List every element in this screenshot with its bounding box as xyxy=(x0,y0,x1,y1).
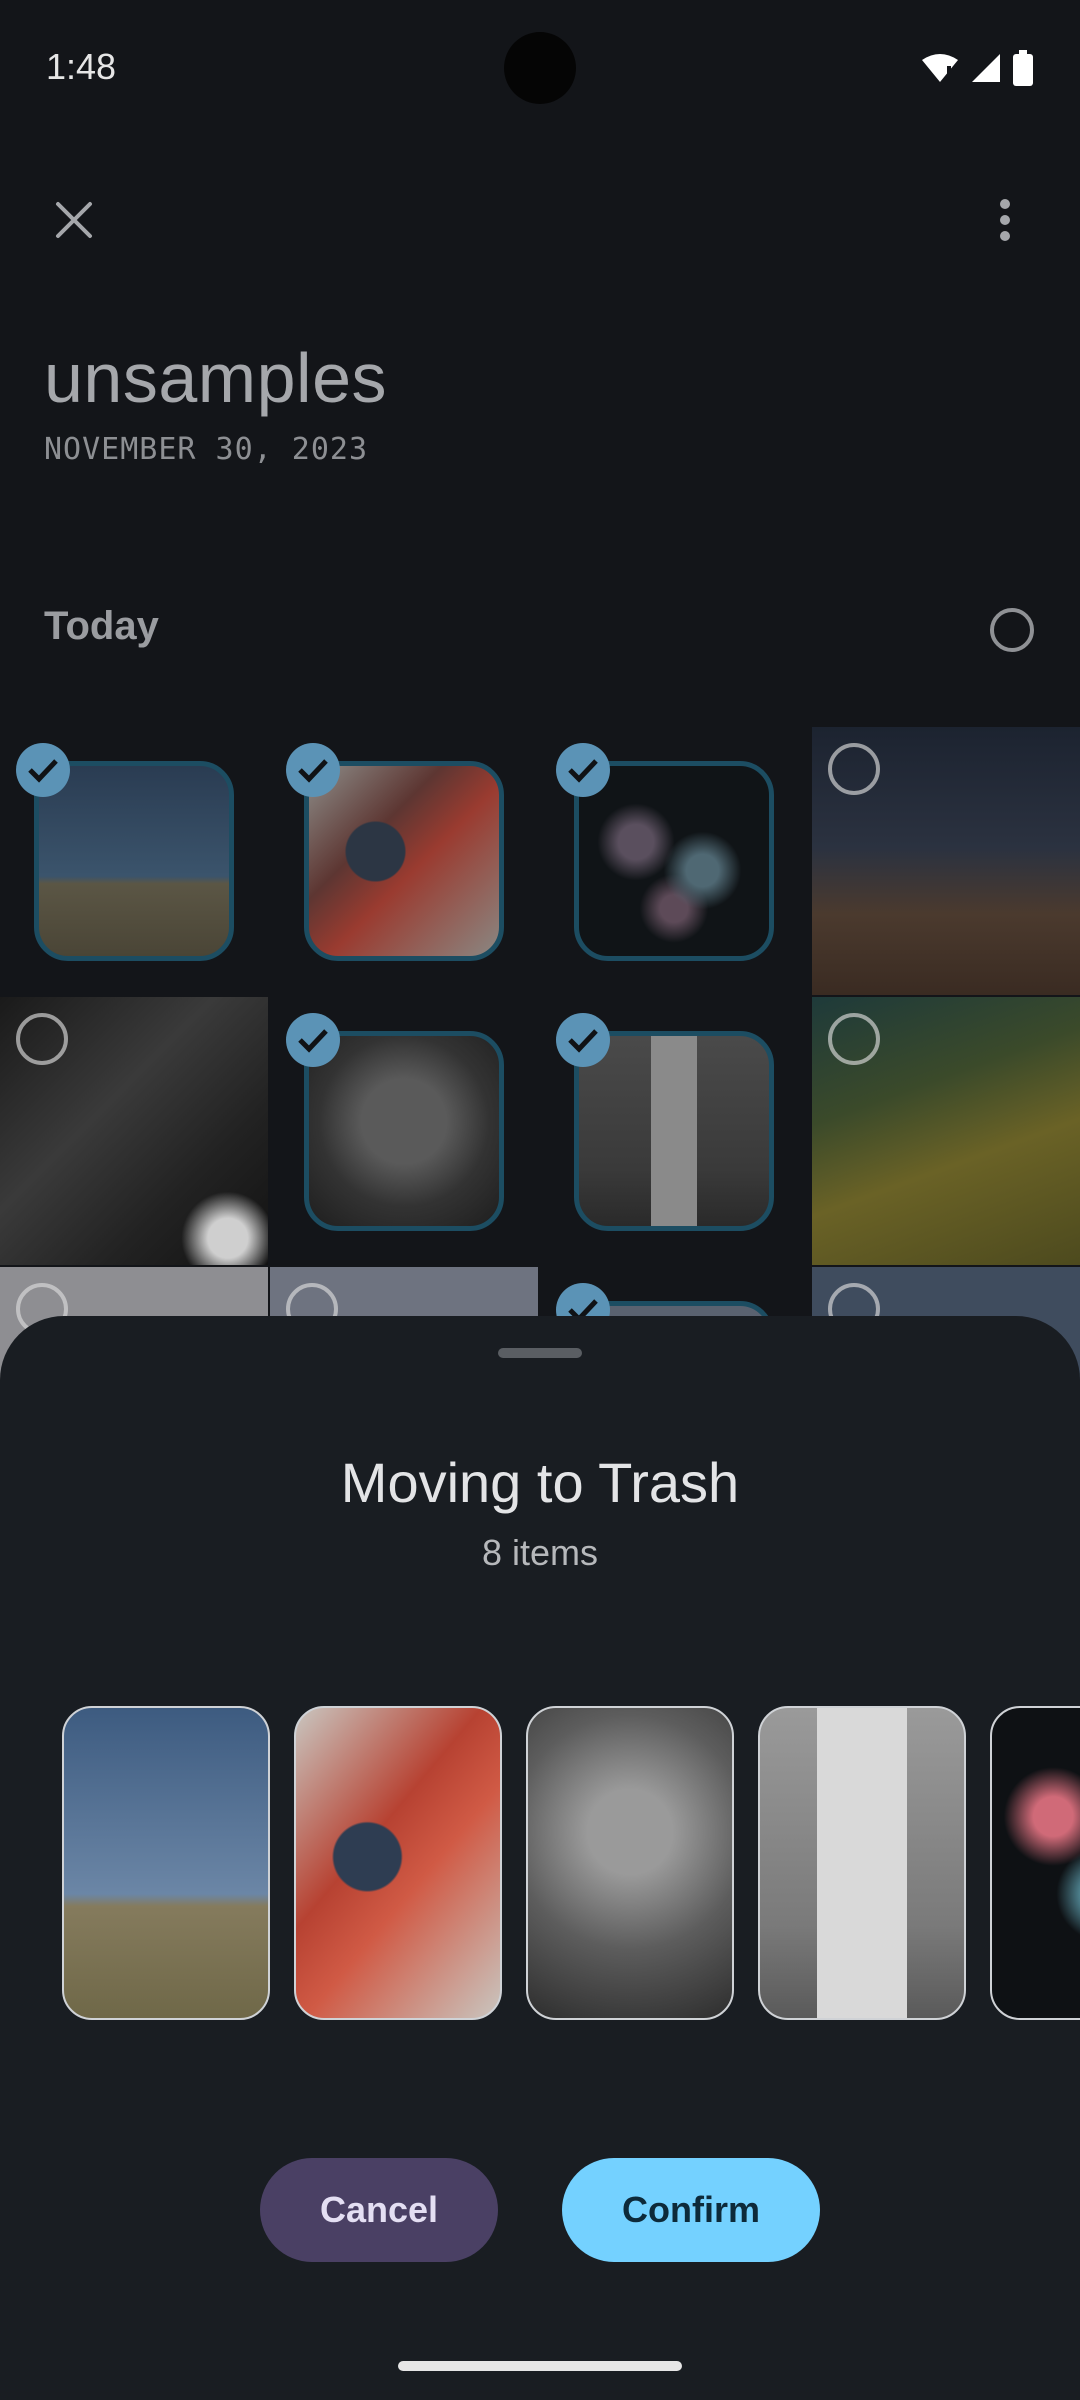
move-to-trash-sheet: Moving to Trash 8 items Cancel Confirm xyxy=(0,1316,1080,2400)
photo-cell[interactable] xyxy=(812,997,1080,1265)
checkmark-icon xyxy=(286,1013,340,1067)
preview-padlocks xyxy=(294,1706,502,2020)
checkmark-icon xyxy=(556,743,610,797)
photo-padlocks xyxy=(304,761,504,961)
section-label: Today xyxy=(44,604,159,648)
sheet-title: Moving to Trash xyxy=(340,1451,740,1514)
close-button[interactable] xyxy=(44,190,104,250)
photo-sky-field xyxy=(34,761,234,961)
status-icons xyxy=(920,50,1034,86)
preview-fireworks xyxy=(990,1706,1080,2020)
photo-cell[interactable] xyxy=(812,727,1080,995)
photo-fireworks xyxy=(574,761,774,961)
drag-handle[interactable] xyxy=(498,1348,582,1358)
photo-foggy-tree xyxy=(304,1031,504,1231)
status-bar: 1:48 xyxy=(0,0,1080,130)
select-radio xyxy=(828,743,880,795)
checkmark-icon xyxy=(16,743,70,797)
battery-icon xyxy=(1013,50,1033,86)
confirm-button[interactable]: Confirm xyxy=(562,2158,820,2262)
photo-cell[interactable] xyxy=(0,727,268,995)
checkmark-icon xyxy=(556,1013,610,1067)
photo-cell[interactable] xyxy=(0,997,268,1265)
photo-cell[interactable] xyxy=(540,997,808,1265)
section-select-toggle[interactable] xyxy=(990,608,1034,652)
photo-lighthouse xyxy=(574,1031,774,1231)
photo-cell[interactable] xyxy=(270,727,538,995)
preview-strip[interactable] xyxy=(0,1706,1080,2022)
photo-cell[interactable] xyxy=(270,997,538,1265)
select-radio xyxy=(828,1013,880,1065)
cancel-button[interactable]: Cancel xyxy=(260,2158,498,2262)
wifi-icon xyxy=(922,54,958,82)
album-page: 1:48 unsamples NOVEMBER 30, 2023 Today xyxy=(0,0,1080,1535)
select-radio xyxy=(16,1013,68,1065)
item-count: 8 items xyxy=(481,1532,599,1573)
more-vert-icon xyxy=(1000,199,1010,241)
close-icon xyxy=(56,202,92,238)
photo-cell[interactable] xyxy=(540,727,808,995)
album-title: unsamples xyxy=(44,339,388,417)
gesture-nav-handle[interactable] xyxy=(398,2361,682,2371)
checkmark-icon xyxy=(286,743,340,797)
preview-sky-field xyxy=(62,1706,270,2020)
camera-cutout xyxy=(504,32,576,104)
photo-grid xyxy=(0,727,1080,1535)
more-options-button[interactable] xyxy=(980,190,1030,250)
signal-icon xyxy=(972,54,1000,82)
status-time: 1:48 xyxy=(46,46,117,87)
album-date: NOVEMBER 30, 2023 xyxy=(44,432,369,467)
preview-foggy-tree xyxy=(526,1706,734,2020)
preview-lighthouse xyxy=(758,1706,966,2020)
